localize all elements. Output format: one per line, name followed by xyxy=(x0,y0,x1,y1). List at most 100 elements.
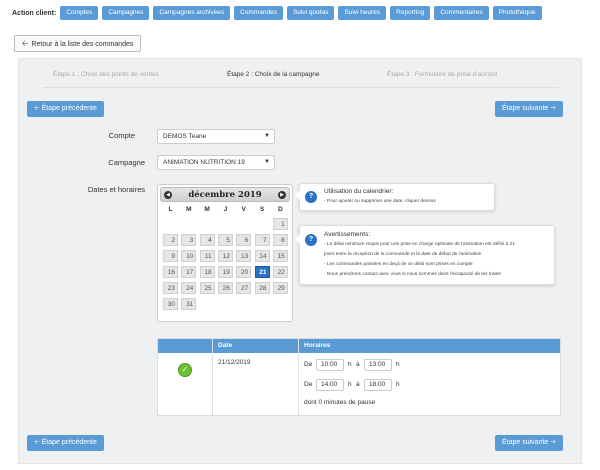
calendar-day[interactable]: 20 xyxy=(236,266,252,278)
calendar-day[interactable]: 28 xyxy=(254,282,270,294)
wizard-panel: Étape 1 : Choix des points de ventes Éta… xyxy=(18,58,582,464)
calendar-day[interactable]: 29 xyxy=(272,282,288,294)
action-client-nav: Action client: Comptes Campagnes Campagn… xyxy=(0,0,600,26)
nav-campagnes-archivees[interactable]: Campagnes archivées xyxy=(153,6,231,20)
start-time-1[interactable]: 10:00 xyxy=(316,359,344,371)
prev-month-icon[interactable]: ◀ xyxy=(164,191,172,199)
calendar-day-selected[interactable]: 21 xyxy=(254,266,270,278)
arrow-right-icon: 🡢 xyxy=(548,439,556,446)
campagne-select[interactable]: ANIMATION NUTRITION 19 ▼ xyxy=(157,155,275,170)
step-1: Étape 1 : Choix des points de ventes xyxy=(53,71,159,78)
info2-line-1: - Le délai minimum requis pour une prise… xyxy=(324,242,516,247)
back-to-orders-button[interactable]: 🡠 Retour à la liste des commandes xyxy=(14,35,142,52)
steps-divider xyxy=(43,87,559,88)
calendar-day[interactable]: 27 xyxy=(236,282,252,294)
weekday-header: V xyxy=(241,206,246,213)
calendar-day[interactable]: 11 xyxy=(199,250,215,262)
calendar-day[interactable]: 31 xyxy=(181,298,197,310)
nav-suivi-quotas[interactable]: Suivi quotas xyxy=(286,6,335,20)
compte-select[interactable]: DEMOS Teane ▼ xyxy=(157,129,275,144)
de-label: De xyxy=(304,381,313,388)
calendar-day[interactable]: 7 xyxy=(254,234,270,246)
calendar-day[interactable]: 4 xyxy=(199,234,215,246)
prev-step-label: Étape précédente xyxy=(41,105,97,112)
next-month-icon[interactable]: ▶ xyxy=(278,191,286,199)
arrow-right-icon: 🡢 xyxy=(548,105,556,112)
calendar-day[interactable]: 18 xyxy=(199,266,215,278)
weekday-header: L xyxy=(168,206,173,213)
calendar-day[interactable]: 14 xyxy=(254,250,270,262)
calendar-day[interactable]: 9 xyxy=(163,250,178,262)
a-label: à xyxy=(356,381,360,388)
dates-label: Dates et horaires xyxy=(87,185,145,194)
calendar-header: décembre 2019 ◀ ▶ xyxy=(160,187,290,202)
info2-line-2: jours entre la réception de la commande … xyxy=(324,252,482,257)
end-time-2[interactable]: 18:00 xyxy=(364,379,392,391)
weekday-header: S xyxy=(259,206,265,213)
compte-label: Compte xyxy=(108,131,135,140)
calendar-day[interactable]: 26 xyxy=(217,282,233,294)
next-step-button-bottom[interactable]: Étape suivante 🡢 xyxy=(495,435,563,451)
calendar-usage-info: ? Utilisation du calendrier: - Pour ajou… xyxy=(295,183,495,211)
calendar-day[interactable]: 25 xyxy=(199,282,215,294)
calendar-day[interactable]: 15 xyxy=(272,250,288,262)
calendar-day[interactable]: 2 xyxy=(163,234,178,246)
calendar-day[interactable]: 16 xyxy=(163,266,178,278)
step-2: Étape 2 : Choix de la campagne xyxy=(227,71,320,78)
weekday-header: M xyxy=(204,206,210,213)
h-label: h xyxy=(348,381,352,388)
row-date: 21/12/2019 xyxy=(218,359,251,366)
weekday-header: D xyxy=(277,206,283,213)
nav-campagnes[interactable]: Campagnes xyxy=(102,6,150,20)
calendar-day[interactable]: 24 xyxy=(181,282,197,294)
wizard-steps: Étape 1 : Choix des points de ventes Éta… xyxy=(19,71,583,85)
calendar-day[interactable]: 13 xyxy=(236,250,252,262)
prev-step-button-bottom[interactable]: 🡠 Étape précédente xyxy=(27,435,104,451)
nav-phototheque[interactable]: Photothèque xyxy=(492,6,542,20)
h-label: h xyxy=(348,361,352,368)
info2-line-4: - Nous prendrons contact avec vous si no… xyxy=(324,272,502,277)
next-step-button-top[interactable]: Étape suivante 🡢 xyxy=(495,101,563,117)
calendar-day[interactable]: 10 xyxy=(181,250,197,262)
h-label: h xyxy=(396,361,400,368)
calendar-day[interactable]: 1 xyxy=(272,218,288,230)
nav-suivi-heures[interactable]: Suivi heures xyxy=(338,6,387,20)
nav-comptes[interactable]: Comptes xyxy=(60,6,99,20)
nav-reporting[interactable]: Reporting xyxy=(390,6,431,20)
calendar-day[interactable]: 30 xyxy=(163,298,178,310)
calendar-day[interactable]: 19 xyxy=(217,266,233,278)
calendar-day[interactable]: 12 xyxy=(217,250,233,262)
prev-step-button-top[interactable]: 🡠 Étape précédente xyxy=(27,101,104,117)
calendar-day[interactable]: 22 xyxy=(272,266,288,278)
end-time-1[interactable]: 13:00 xyxy=(364,359,392,371)
start-time-2[interactable]: 14:00 xyxy=(316,379,344,391)
calendar-day[interactable]: 17 xyxy=(181,266,197,278)
calendar-day[interactable]: 23 xyxy=(163,282,178,294)
next-step-label: Étape suivante xyxy=(502,105,549,112)
next-step-label: Étape suivante xyxy=(502,439,549,446)
calendar-day[interactable]: 8 xyxy=(272,234,288,246)
back-button-label: Retour à la liste des commandes xyxy=(31,41,134,48)
nav-commentaires[interactable]: Commentaires xyxy=(434,6,489,20)
table-header: Date Horaires xyxy=(158,339,560,353)
calendar-day[interactable]: 6 xyxy=(236,234,252,246)
info2-title: Avertissements: xyxy=(324,231,371,238)
weekday-header: M xyxy=(186,206,192,213)
nav-label: Action client: xyxy=(12,9,57,17)
check-icon[interactable]: ✓ xyxy=(178,363,192,377)
a-label: à xyxy=(356,361,360,368)
calendar-day[interactable]: 5 xyxy=(217,234,233,246)
pause-text: dont 0 minutes de pause xyxy=(304,399,376,406)
header-horaires: Horaires xyxy=(304,342,331,349)
info2-line-3: - Les commandes passées en deçà de ce dé… xyxy=(324,262,473,267)
question-icon: ? xyxy=(305,191,317,203)
campagne-label: Campagne xyxy=(108,158,145,167)
nav-commandes[interactable]: Commandes xyxy=(234,6,283,20)
calendar-day[interactable]: 3 xyxy=(181,234,197,246)
info1-title: Utilisation du calendrier: xyxy=(324,188,394,195)
campagne-value: ANIMATION NUTRITION 19 xyxy=(163,159,245,166)
calendar: décembre 2019 ◀ ▶ LMMJVSD 1 2 3 4 5 6 7 8 9 10 11 1… xyxy=(157,184,293,322)
warnings-info: ? Avertissements: - Le délai minimum req… xyxy=(295,225,555,285)
weekday-header: J xyxy=(223,206,228,213)
info1-line: - Pour ajouter ou supprimer une date, cl… xyxy=(324,199,436,204)
